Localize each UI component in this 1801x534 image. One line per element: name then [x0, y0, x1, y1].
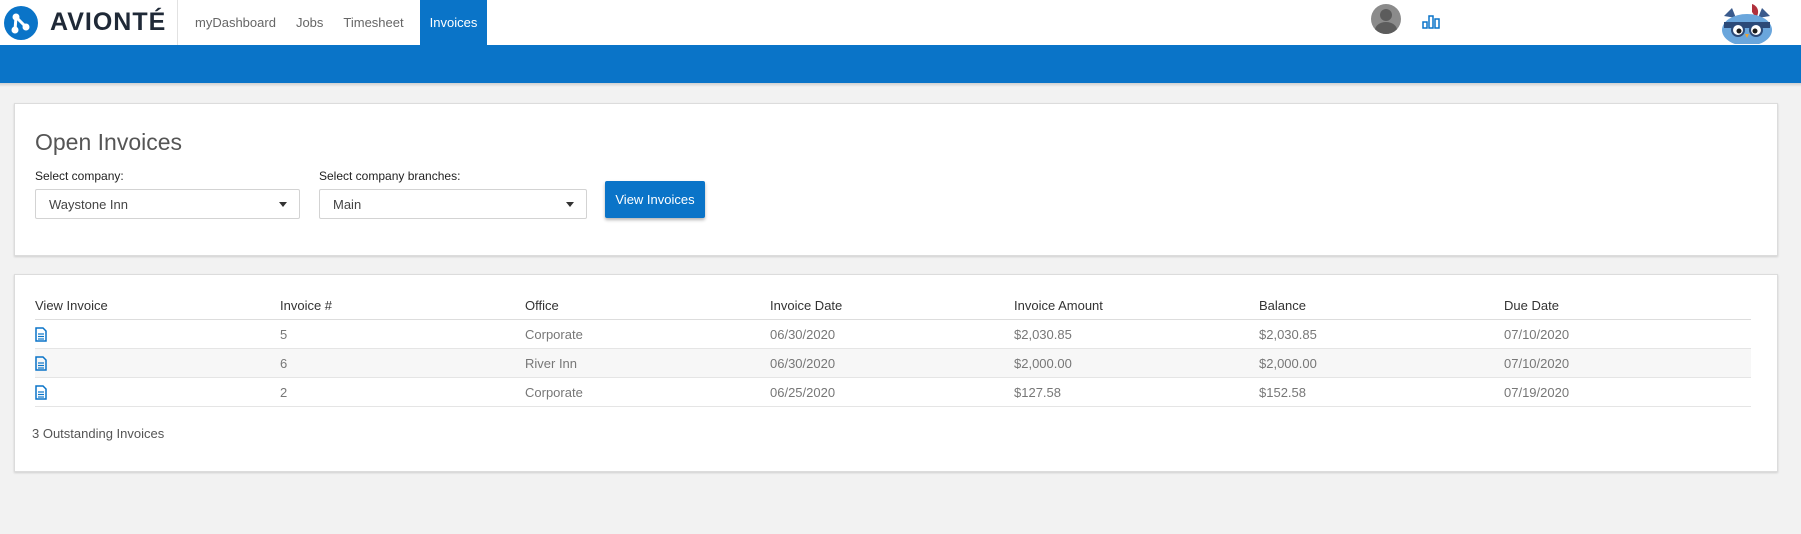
company-label: Select company:: [35, 169, 124, 183]
cell-invoice-date: 06/30/2020: [770, 348, 1014, 378]
brand-name: AVIONTÉ: [50, 8, 167, 36]
cell-due-date: 07/10/2020: [1504, 319, 1751, 349]
cell-balance: $152.58: [1259, 377, 1504, 407]
col-header-office: Office: [525, 291, 770, 320]
nav-item-invoices[interactable]: Invoices: [419, 0, 488, 45]
header-band: [0, 45, 1801, 83]
view-invoices-button[interactable]: View Invoices: [605, 181, 705, 218]
table-row: 6 River Inn 06/30/2020 $2,000.00 $2,000.…: [35, 348, 1751, 378]
page-title: Open Invoices: [35, 129, 183, 155]
col-header-view-invoice: View Invoice: [35, 291, 280, 320]
cell-invoice-amount: $127.58: [1014, 377, 1259, 407]
filter-card: Open Invoices Select company: Waystone I…: [14, 103, 1778, 256]
cell-invoice-amount: $2,030.85: [1014, 319, 1259, 349]
branches-select-value: Main: [333, 196, 362, 212]
table-header-row: View Invoice Invoice # Office Invoice Da…: [35, 291, 1751, 320]
document-icon[interactable]: [35, 327, 47, 342]
col-header-balance: Balance: [1259, 291, 1504, 320]
col-header-invoice-amount: Invoice Amount: [1014, 291, 1259, 320]
cell-invoice-number: 5: [280, 319, 525, 349]
branches-select[interactable]: Main: [319, 189, 587, 219]
chevron-down-icon: [279, 202, 287, 207]
cell-office: Corporate: [525, 319, 770, 349]
user-avatar-icon[interactable]: [1371, 4, 1401, 34]
brand-logo[interactable]: AVIONTÉ: [0, 0, 175, 45]
branches-label: Select company branches:: [319, 169, 461, 183]
company-select-value: Waystone Inn: [49, 196, 129, 212]
bar-chart-icon[interactable]: [1422, 13, 1440, 29]
cell-invoice-number: 6: [280, 348, 525, 378]
table-row: 5 Corporate 06/30/2020 $2,030.85 $2,030.…: [35, 319, 1751, 349]
cell-due-date: 07/10/2020: [1504, 348, 1751, 378]
nav-divider: [177, 0, 178, 45]
document-icon[interactable]: [35, 385, 47, 400]
invoices-table: View Invoice Invoice # Office Invoice Da…: [35, 291, 1751, 407]
cell-invoice-number: 2: [280, 377, 525, 407]
cell-invoice-date: 06/25/2020: [770, 377, 1014, 407]
nav-item-mydashboard[interactable]: myDashboard: [185, 0, 286, 45]
avionte-logo-icon: [4, 5, 38, 40]
invoices-card: View Invoice Invoice # Office Invoice Da…: [14, 274, 1778, 472]
chevron-down-icon: [566, 202, 574, 207]
main-nav: myDashboard Jobs Timesheet Invoices: [185, 0, 488, 45]
header-shadow: [0, 83, 1801, 87]
cell-office: River Inn: [525, 348, 770, 378]
col-header-due-date: Due Date: [1504, 291, 1751, 320]
nav-item-timesheet[interactable]: Timesheet: [333, 0, 413, 45]
cell-invoice-date: 06/30/2020: [770, 319, 1014, 349]
outstanding-count: 3 Outstanding Invoices: [32, 426, 165, 441]
cell-office: Corporate: [525, 377, 770, 407]
cell-due-date: 07/19/2020: [1504, 377, 1751, 407]
owl-mascot-icon: [1722, 4, 1772, 44]
table-row: 2 Corporate 06/25/2020 $127.58 $152.58 0…: [35, 377, 1751, 407]
col-header-invoice-number: Invoice #: [280, 291, 525, 320]
nav-item-jobs[interactable]: Jobs: [286, 0, 333, 45]
company-select[interactable]: Waystone Inn: [35, 189, 300, 219]
cell-balance: $2,030.85: [1259, 319, 1504, 349]
top-navbar: AVIONTÉ myDashboard Jobs Timesheet Invoi…: [0, 0, 1801, 45]
cell-invoice-amount: $2,000.00: [1014, 348, 1259, 378]
document-icon[interactable]: [35, 356, 47, 371]
cell-balance: $2,000.00: [1259, 348, 1504, 378]
col-header-invoice-date: Invoice Date: [770, 291, 1014, 320]
